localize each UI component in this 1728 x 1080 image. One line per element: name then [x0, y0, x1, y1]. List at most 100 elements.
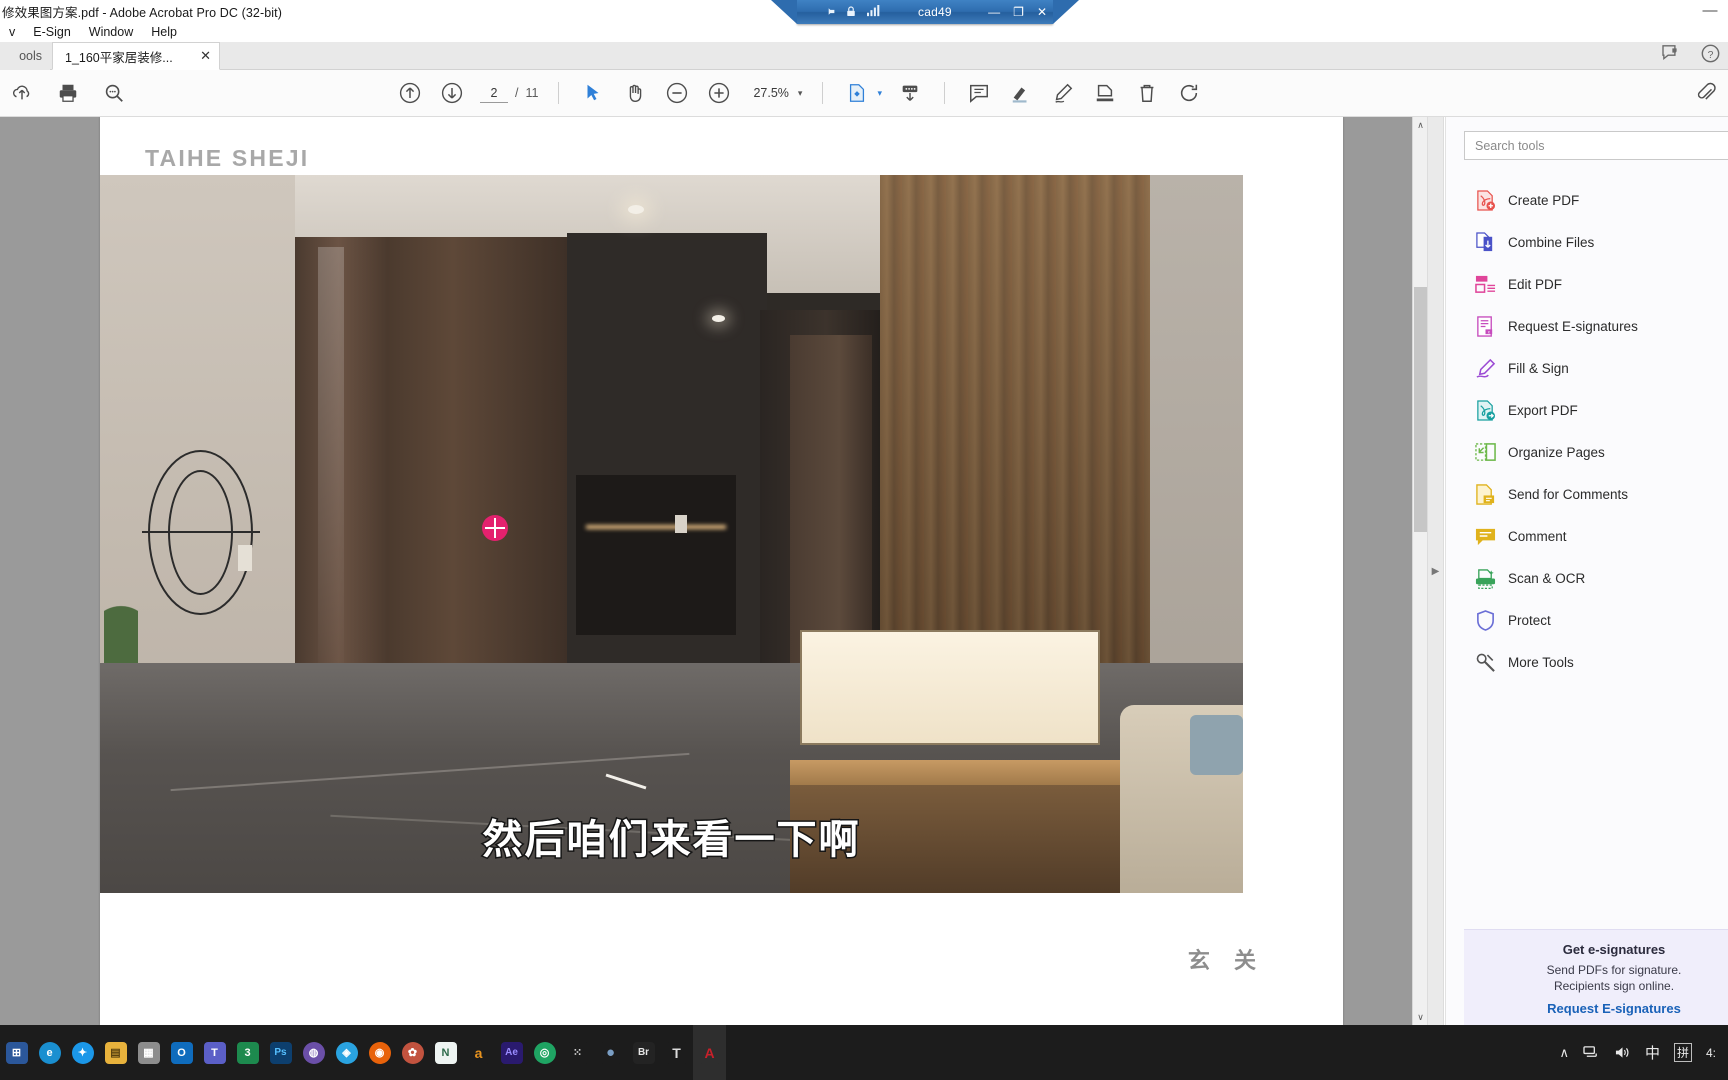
tab-tools[interactable]: ools	[0, 42, 50, 70]
search-icon[interactable]	[100, 79, 128, 107]
pdf-page[interactable]: TAIHE SHEJI 然后咱们来看一下啊 玄 关	[100, 117, 1343, 1025]
help-circle-icon[interactable]: ?	[1701, 44, 1720, 68]
tray-clock[interactable]: 4:	[1706, 1046, 1716, 1060]
tool-item-fill-and-sign[interactable]: Fill & Sign	[1446, 347, 1728, 389]
taskbar-item-ocr-tool[interactable]: ⁙	[561, 1025, 594, 1080]
taskbar-item-start[interactable]: ⊞	[0, 1025, 33, 1080]
tool-item-scan-and-ocr[interactable]: Scan & OCR	[1446, 557, 1728, 599]
volume-icon[interactable]	[1614, 1045, 1631, 1060]
previous-page-button[interactable]	[396, 79, 424, 107]
taskbar-item-cad[interactable]: N	[429, 1025, 462, 1080]
tool-item-edit-pdf[interactable]: Edit PDF	[1446, 263, 1728, 305]
print-icon[interactable]	[54, 79, 82, 107]
trash-icon[interactable]	[1133, 79, 1161, 107]
taskbar-item-acrobat[interactable]: A	[693, 1025, 726, 1080]
paperclip-icon[interactable]	[1692, 79, 1720, 107]
page-scroll-mode-icon[interactable]	[896, 79, 924, 107]
remote-restore-button[interactable]: ❐	[1013, 6, 1024, 18]
zoom-out-button[interactable]	[663, 79, 691, 107]
tool-label-organize-pages: Organize Pages	[1508, 444, 1605, 460]
highlighter-icon[interactable]	[1007, 79, 1035, 107]
tools-list: Create PDF Combine Files Edit PDF x Requ…	[1446, 179, 1728, 683]
fit-page-chevron-icon[interactable]: ▾	[877, 88, 882, 99]
window-minimize-button[interactable]: —	[1702, 3, 1718, 18]
tab-document[interactable]: 1_160平家居装修... ✕	[52, 42, 220, 70]
search-tools-field[interactable]: Search tools	[1464, 131, 1728, 160]
esign-promo-line1: Send PDFs for signature.	[1546, 963, 1682, 977]
comment-bubble-icon[interactable]	[965, 79, 993, 107]
scrollbar-thumb[interactable]	[1414, 287, 1427, 532]
fit-page-icon[interactable]	[843, 79, 871, 107]
next-page-button[interactable]	[438, 79, 466, 107]
tool-item-export-pdf[interactable]: Export PDF	[1446, 389, 1728, 431]
remote-minimize-button[interactable]: —	[988, 6, 1000, 18]
menu-item-esign[interactable]: E-Sign	[24, 22, 80, 42]
taskbar-item-file-explorer[interactable]: ▤	[99, 1025, 132, 1080]
page-number-input[interactable]	[480, 83, 508, 103]
taskbar-item-outlook[interactable]: O	[165, 1025, 198, 1080]
chevron-right-icon[interactable]: ▶	[1432, 566, 1440, 577]
zoom-in-button[interactable]	[705, 79, 733, 107]
ime-pinyin-indicator[interactable]: 拼	[1673, 1043, 1692, 1062]
tool-label-comment: Comment	[1508, 528, 1567, 544]
tool-item-create-pdf[interactable]: Create PDF	[1446, 179, 1728, 221]
tool-item-organize-pages[interactable]: Organize Pages	[1446, 431, 1728, 473]
file-explorer-icon: ▤	[104, 1041, 127, 1064]
remote-session-name: cad49	[918, 5, 952, 19]
feedback-icon[interactable]	[1662, 45, 1681, 67]
tool-item-send-for-comments[interactable]: Send for Comments	[1446, 473, 1728, 515]
tray-chevron-icon[interactable]: ∧	[1559, 1045, 1569, 1061]
menu-item-window[interactable]: Window	[80, 22, 142, 42]
ceiling-spotlight-2	[712, 315, 725, 322]
taskbar-item-edge[interactable]: e	[33, 1025, 66, 1080]
menu-item-view[interactable]: v	[0, 22, 24, 42]
network-icon[interactable]	[1583, 1045, 1600, 1060]
room-caption: 玄 关	[1187, 948, 1265, 973]
taskbar-item-store[interactable]: ✦	[66, 1025, 99, 1080]
upload-cloud-icon[interactable]	[8, 79, 36, 107]
taskbar-item-after-effects[interactable]: Ae	[495, 1025, 528, 1080]
taskbar-item-color-mixer[interactable]: ●	[594, 1025, 627, 1080]
taskbar-item-chrome[interactable]: ◎	[528, 1025, 561, 1080]
lock-icon[interactable]	[845, 5, 857, 20]
cursor-arrow-icon[interactable]	[579, 79, 607, 107]
taskbar-item-firefox[interactable]: ◉	[363, 1025, 396, 1080]
taskbar-item-dropbox[interactable]: ◈	[330, 1025, 363, 1080]
ime-language-indicator[interactable]: 中	[1645, 1042, 1660, 1063]
zoom-level-control[interactable]: 27.5% ▾	[753, 86, 802, 100]
pin-icon[interactable]	[823, 5, 836, 20]
page-separator: /	[515, 86, 519, 100]
page-number-control: / 11	[480, 83, 538, 103]
tool-item-request-esignatures[interactable]: x Request E-signatures	[1446, 305, 1728, 347]
outlook-icon: O	[170, 1041, 193, 1064]
hand-icon[interactable]	[621, 79, 649, 107]
tool-item-more-tools[interactable]: More Tools	[1446, 641, 1728, 683]
pdf-page-footer: 玄 关	[100, 893, 1343, 1025]
tool-item-comment[interactable]: Comment	[1446, 515, 1728, 557]
menu-item-help[interactable]: Help	[142, 22, 186, 42]
taskbar-item-calculator[interactable]: ▦	[132, 1025, 165, 1080]
tool-item-protect[interactable]: Protect	[1446, 599, 1728, 641]
tab-close-button[interactable]: ✕	[194, 48, 211, 64]
add-stamp-icon[interactable]	[1091, 79, 1119, 107]
document-vertical-scrollbar[interactable]: ∧ ∨	[1412, 117, 1428, 1025]
taskbar-item-sketchup[interactable]: ◍	[297, 1025, 330, 1080]
document-viewport[interactable]: TAIHE SHEJI 然后咱们来看一下啊 玄 关	[0, 117, 1440, 1025]
taskbar-item-teams[interactable]: T	[198, 1025, 231, 1080]
tool-item-combine-files[interactable]: Combine Files	[1446, 221, 1728, 263]
remote-close-button[interactable]: ✕	[1037, 6, 1047, 18]
annotation-crosshair-marker[interactable]	[482, 515, 508, 541]
taskbar-item-pinwheel[interactable]: ✿	[396, 1025, 429, 1080]
taskbar-item-excel[interactable]: 3	[231, 1025, 264, 1080]
esign-promo-link[interactable]: Request E-signatures	[1464, 1001, 1728, 1016]
chevron-down-icon[interactable]: ▾	[798, 88, 803, 99]
taskbar-item-amazon[interactable]: a	[462, 1025, 495, 1080]
taskbar-item-tim[interactable]: T	[660, 1025, 693, 1080]
scrollbar-up-button[interactable]: ∧	[1413, 117, 1428, 133]
scrollbar-down-button[interactable]: ∨	[1413, 1009, 1428, 1025]
taskbar-item-bridge[interactable]: Br	[627, 1025, 660, 1080]
taskbar-item-photoshop[interactable]: Ps	[264, 1025, 297, 1080]
pen-draw-icon[interactable]	[1049, 79, 1077, 107]
rotate-icon[interactable]	[1175, 79, 1203, 107]
tools-pane-splitter[interactable]: ▶	[1427, 117, 1444, 1025]
